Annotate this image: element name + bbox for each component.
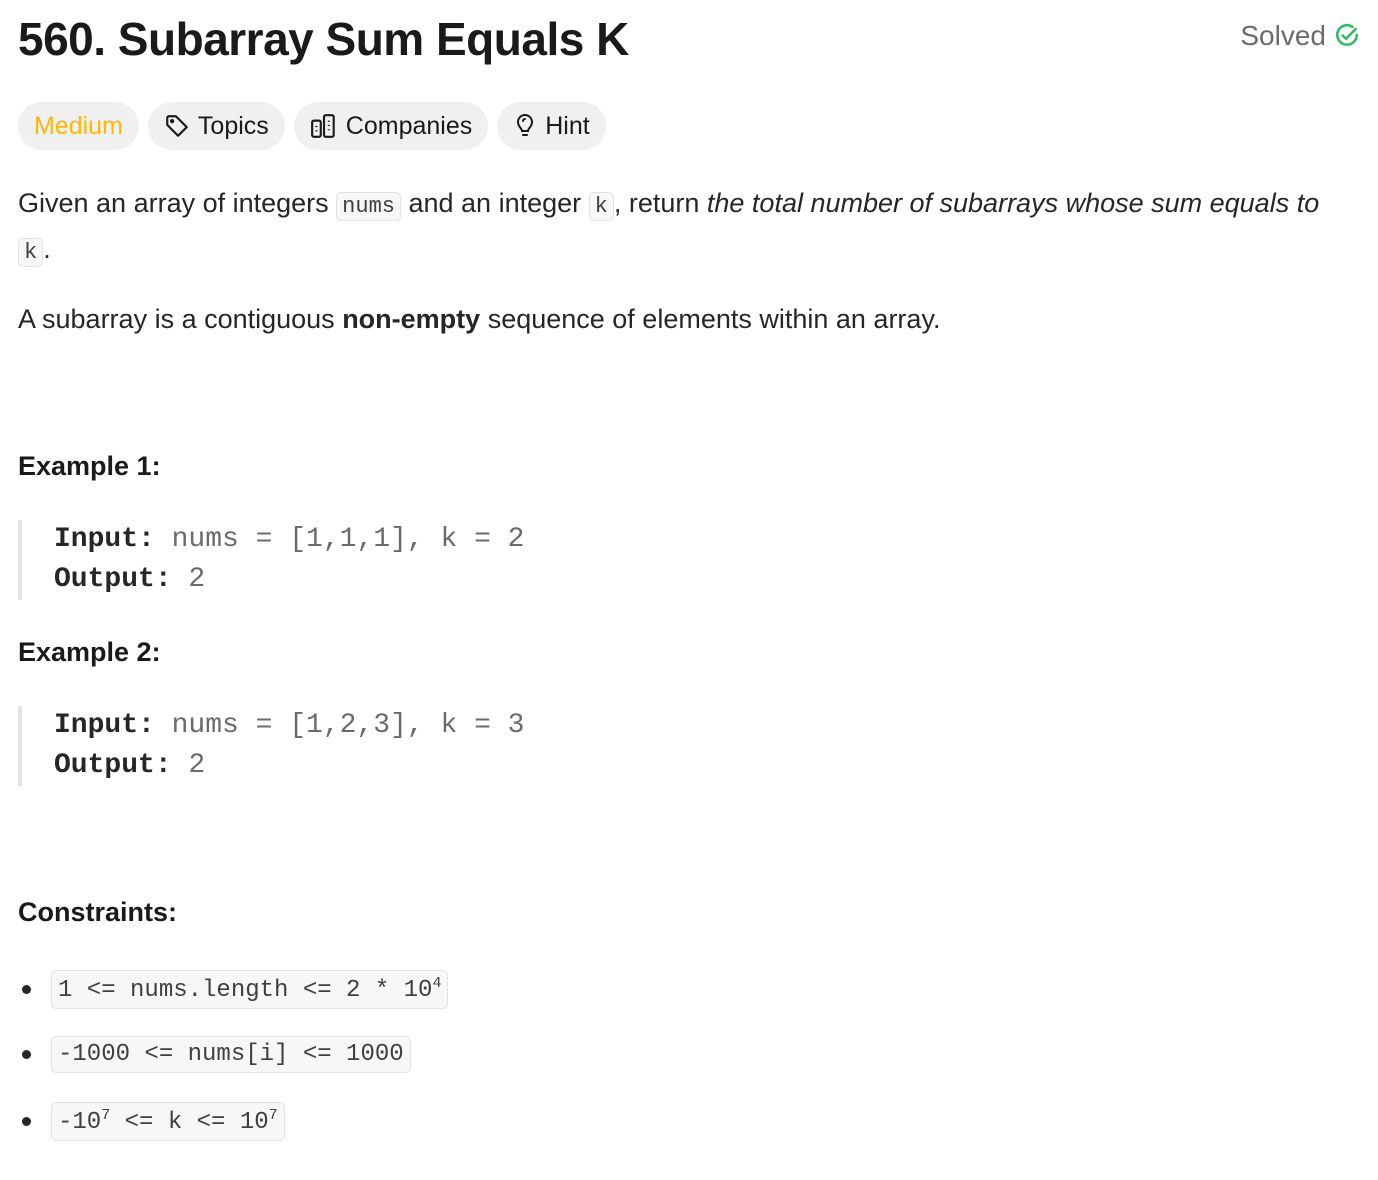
emphasis-text: the total number of subarrays whose sum …: [706, 188, 1320, 218]
inline-code: k: [18, 238, 44, 267]
companies-label: Companies: [345, 111, 473, 140]
output-value: 2: [171, 750, 206, 781]
constraint-code: -1000 <= nums[i] <= 1000: [51, 1036, 411, 1073]
superscript: 4: [432, 975, 442, 992]
subarray-definition: A subarray is a contiguous non-empty seq…: [18, 298, 1348, 340]
input-value: nums = [1,1,1], k = 2: [154, 524, 525, 555]
input-value: nums = [1,2,3], k = 3: [154, 710, 525, 741]
input-label: Input:: [54, 710, 155, 741]
text: A subarray is a contiguous: [18, 304, 343, 334]
lightbulb-icon: [517, 114, 534, 136]
text: <= k <= 10: [110, 1109, 269, 1136]
constraint-item: -1000 <= nums[i] <= 1000: [22, 1036, 411, 1073]
bold-text: non-empty: [342, 304, 481, 334]
constraint-code: 1 <= nums.length <= 2 * 104: [51, 970, 449, 1009]
inline-code: nums: [336, 192, 401, 221]
text: , return: [613, 188, 707, 218]
building-icon: [310, 114, 335, 138]
text: Given an array of integers: [18, 188, 337, 218]
tag-icon: [166, 115, 188, 137]
constraint-item: -107 <= k <= 107: [22, 1102, 285, 1141]
output-label: Output:: [54, 750, 172, 781]
text: .: [43, 234, 51, 264]
constraint-item: 1 <= nums.length <= 2 * 104: [22, 970, 449, 1009]
text: sequence of elements within an array.: [480, 304, 941, 334]
bullet: [22, 1050, 31, 1059]
example-2-heading: Example 2:: [18, 637, 161, 667]
text: 1 <= nums.length <= 2 * 10: [58, 977, 433, 1004]
text: -10: [58, 1109, 102, 1136]
difficulty-badge: Medium: [18, 102, 139, 150]
constraints-heading: Constraints:: [18, 897, 178, 927]
example-2-block: Input: nums = [1,2,3], k = 3 Output: 2: [18, 706, 525, 786]
bullet: [22, 1117, 31, 1126]
topics-button[interactable]: Topics: [147, 102, 285, 150]
problem-title: 560. Subarray Sum Equals K: [18, 13, 629, 65]
companies-button[interactable]: Companies: [293, 102, 489, 150]
superscript: 7: [268, 1107, 278, 1124]
output-value: 2: [171, 564, 206, 595]
superscript: 7: [101, 1107, 111, 1124]
tag-row: Medium Topics Companies Hint: [18, 102, 606, 150]
example-1-heading: Example 1:: [18, 451, 161, 481]
constraint-code: -107 <= k <= 107: [51, 1102, 285, 1141]
inline-code: k: [588, 192, 614, 221]
hint-button[interactable]: Hint: [497, 102, 606, 150]
solved-status: Solved: [1240, 20, 1360, 52]
description-paragraph: Given an array of integers nums and an i…: [18, 182, 1348, 274]
output-label: Output:: [54, 564, 172, 595]
solved-label: Solved: [1240, 20, 1326, 51]
input-label: Input:: [54, 524, 155, 555]
text: and an integer: [400, 188, 589, 218]
check-circle-icon: [1336, 23, 1358, 46]
topics-label: Topics: [197, 111, 269, 140]
hint-label: Hint: [545, 111, 590, 140]
bullet: [22, 985, 31, 994]
example-1-block: Input: nums = [1,1,1], k = 2 Output: 2: [18, 520, 525, 600]
